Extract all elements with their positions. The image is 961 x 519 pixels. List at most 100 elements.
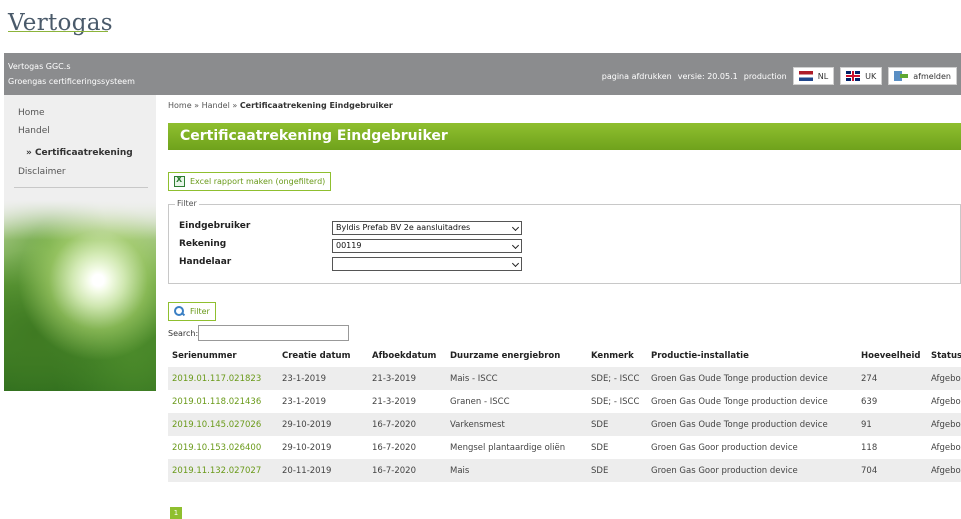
handelaar-label: Handelaar [179, 257, 232, 267]
logout-icon [894, 70, 909, 82]
serial-number-link[interactable]: 2019.01.117.021823 [168, 367, 278, 390]
rekening-label: Rekening [179, 239, 227, 249]
table-cell: Mengsel plantaardige oliën [446, 436, 587, 459]
rekening-select[interactable]: 00119 [332, 239, 522, 253]
column-header[interactable]: Afboekdatum [368, 345, 446, 367]
table-cell: SDE; - ISCC [587, 367, 647, 390]
table-cell: Varkensmest [446, 413, 587, 436]
chevron-down-icon [511, 259, 520, 268]
table-cell: Afgeboekt [927, 367, 961, 390]
filter-fieldset: Filter Eindgebruiker Byldis Prefab BV 2e… [168, 199, 961, 284]
table-cell: Groen Gas Goor production device [647, 459, 857, 482]
table-cell: SDE [587, 459, 647, 482]
table-cell: 639 [857, 390, 927, 413]
rekening-value: 00119 [336, 241, 362, 250]
logout-label: afmelden [913, 71, 951, 81]
filter-button-label: Filter [190, 307, 210, 316]
table-row: 2019.01.118.021436 23-1-2019 21-3-2019 Gran… [168, 390, 961, 413]
certificates-table: Serienummer Creatie datum Afboekdatum Duurz… [168, 345, 961, 482]
table-cell: 274 [857, 367, 927, 390]
serial-number-link[interactable]: 2019.10.145.027026 [168, 413, 278, 436]
column-header[interactable]: Kenmerk [587, 345, 647, 367]
table-row: 2019.11.132.027027 20-11-2019 16-7-2020 Mai… [168, 459, 961, 482]
table-cell: Groen Gas Oude Tonge production device [647, 390, 857, 413]
table-cell: Groen Gas Oude Tonge production device [647, 367, 857, 390]
table-cell: Groen Gas Goor production device [647, 436, 857, 459]
table-cell: 29-10-2019 [278, 436, 368, 459]
column-header[interactable]: Productie-installatie [647, 345, 857, 367]
table-row: 2019.10.145.027026 29-10-2019 16-7-2020 Var… [168, 413, 961, 436]
table-cell: 23-1-2019 [278, 390, 368, 413]
breadcrumb-current: Certificaatrekening Eindgebruiker [239, 101, 393, 110]
vertogas-logo[interactable]: Vertogas [8, 4, 118, 48]
table-cell: SDE [587, 413, 647, 436]
logo-underline [8, 31, 108, 32]
forest-photo [4, 200, 156, 391]
table-cell: 23-1-2019 [278, 367, 368, 390]
chevron-down-icon [511, 241, 520, 250]
sidebar: Home Handel » Certificaatrekening Discla… [4, 95, 156, 391]
table-cell: 91 [857, 413, 927, 436]
table-row: 2019.01.117.021823 23-1-2019 21-3-2019 Mais… [168, 367, 961, 390]
column-header[interactable]: Hoeveelheid [857, 345, 927, 367]
sidebar-divider [14, 187, 148, 188]
page-title: Certificaatrekening Eindgebruiker [180, 128, 448, 144]
sidebar-item-disclaimer[interactable]: Disclaimer [18, 167, 66, 177]
nl-flag-icon [798, 71, 813, 81]
print-page-link[interactable]: pagina afdrukken [602, 72, 672, 81]
table-row: 2019.10.153.026400 29-10-2019 16-7-2020 Men… [168, 436, 961, 459]
breadcrumb: Home » Handel » Certificaatrekening Eind… [168, 101, 393, 110]
excel-report-button[interactable]: Excel rapport maken (ongefilterd) [168, 172, 332, 191]
search-label: Search: [168, 329, 199, 338]
table-cell: 21-3-2019 [368, 390, 446, 413]
lang-nl-button[interactable]: NL [792, 67, 835, 85]
top-tools: pagina afdrukken versie: 20.05.1 product… [602, 67, 957, 85]
excel-icon [174, 175, 185, 187]
table-cell: Mais [446, 459, 587, 482]
logo-text: Vertogas [8, 10, 113, 36]
table-cell: Afgeboekt [927, 459, 961, 482]
table-cell: Groen Gas Oude Tonge production device [647, 413, 857, 436]
table-cell: 16-7-2020 [368, 436, 446, 459]
table-cell: 29-10-2019 [278, 413, 368, 436]
environment-label: production [743, 71, 787, 81]
page-title-bar: Certificaatrekening Eindgebruiker [168, 123, 961, 150]
lang-uk-label: UK [865, 71, 877, 81]
brand-tagline: Groengas certificeringssysteem [8, 77, 135, 86]
filter-button[interactable]: Filter [168, 302, 216, 321]
search-icon [174, 306, 185, 317]
filter-legend: Filter [175, 199, 199, 208]
breadcrumb-home[interactable]: Home [168, 101, 192, 110]
column-header[interactable]: Creatie datum [278, 345, 368, 367]
sidebar-item-handel[interactable]: Handel [18, 126, 50, 136]
logout-button[interactable]: afmelden [888, 67, 957, 85]
handelaar-select[interactable] [332, 257, 522, 271]
search-input[interactable] [198, 325, 349, 341]
serial-number-link[interactable]: 2019.11.132.027027 [168, 459, 278, 482]
sidebar-item-certificaatrekening[interactable]: » Certificaatrekening [26, 148, 133, 158]
uk-flag-icon [846, 71, 861, 81]
table-cell: SDE; - ISCC [587, 390, 647, 413]
table-cell: Mais - ISCC [446, 367, 587, 390]
column-header[interactable]: Duurzame energiebron [446, 345, 587, 367]
lang-uk-button[interactable]: UK [840, 67, 883, 85]
pagination-page-1[interactable]: 1 [170, 507, 182, 519]
serial-number-link[interactable]: 2019.10.153.026400 [168, 436, 278, 459]
table-cell: Granen - ISCC [446, 390, 587, 413]
excel-report-label: Excel rapport maken (ongefilterd) [190, 177, 326, 186]
table-cell: 20-11-2019 [278, 459, 368, 482]
table-cell: SDE [587, 436, 647, 459]
lang-nl-label: NL [817, 71, 829, 81]
serial-number-link[interactable]: 2019.01.118.021436 [168, 390, 278, 413]
sidebar-item-home[interactable]: Home [18, 108, 45, 118]
version-label: versie: 20.05.1 [677, 71, 738, 81]
table-header-row: Serienummer Creatie datum Afboekdatum Duurz… [168, 345, 961, 367]
column-header[interactable]: Serienummer [168, 345, 278, 367]
table-cell: Afgeboekt [927, 436, 961, 459]
table-cell: 16-7-2020 [368, 413, 446, 436]
table-body: 2019.01.117.021823 23-1-2019 21-3-2019 Mais… [168, 367, 961, 482]
column-header[interactable]: Status [927, 345, 961, 367]
table-cell: 16-7-2020 [368, 459, 446, 482]
breadcrumb-handel[interactable]: Handel [202, 101, 230, 110]
eindgebruiker-select[interactable]: Byldis Prefab BV 2e aansluitadres [332, 221, 522, 235]
